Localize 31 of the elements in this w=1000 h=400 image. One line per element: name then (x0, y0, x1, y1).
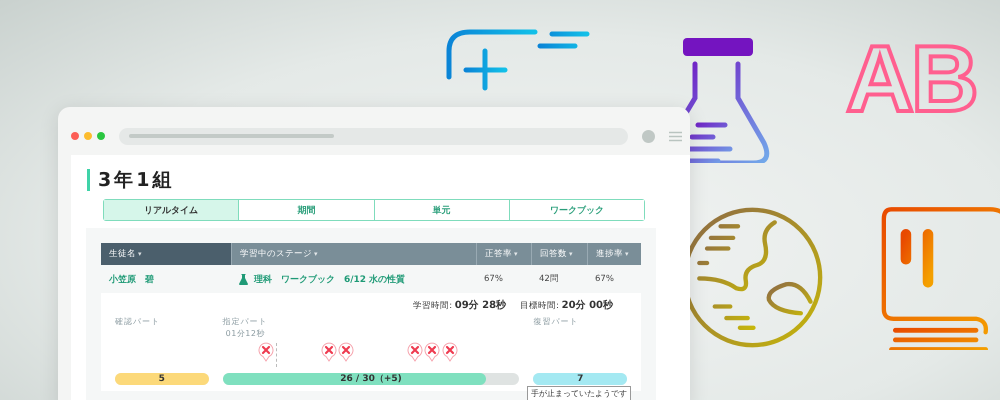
marker-time: 01分12秒 (226, 328, 266, 339)
table-cell-text: 42問 (538, 273, 560, 285)
table-cell-text: 67% (483, 274, 504, 284)
target-time: 目標時間: 20分 00秒 (520, 298, 613, 312)
part-label: 指定パート (222, 316, 269, 328)
book-icon (880, 205, 1000, 350)
part-label: 確認パート (115, 316, 161, 328)
progress-value: 26 / 30（+5) (339, 373, 403, 385)
progress-value: 5 (158, 373, 166, 385)
progress-value: 7 (576, 373, 584, 385)
page-title: 3年1組 (87, 169, 690, 191)
part-label: 復習パート (533, 316, 580, 328)
tab[interactable]: ワークブック (508, 200, 644, 220)
math-symbols-icon (445, 29, 591, 91)
tab[interactable]: リアルタイム (104, 200, 238, 220)
maximize-dot-icon[interactable] (97, 132, 105, 140)
flask-icon (239, 274, 248, 284)
study-time: 学習時間: 09分 28秒 (413, 298, 506, 312)
mistake-pin-icon[interactable] (406, 342, 423, 362)
mistake-pin-icon[interactable] (442, 342, 458, 362)
stage-text: 理科 ワークブック 6/12 水の性質 (254, 273, 406, 286)
mistake-pin-icon[interactable] (424, 342, 440, 362)
table-cell-text: 67% (594, 274, 615, 284)
mistake-pin-icon[interactable] (338, 342, 354, 362)
minimize-dot-icon[interactable] (84, 132, 92, 140)
mistake-pin-icon[interactable] (320, 342, 337, 362)
mistake-pin-icon[interactable] (258, 342, 274, 362)
close-dot-icon[interactable] (71, 132, 79, 140)
logo-text: AB (846, 32, 976, 126)
tooltip: 手が止まっていたようです (527, 386, 631, 400)
student-name[interactable]: 小笠原 碧 (101, 272, 231, 286)
